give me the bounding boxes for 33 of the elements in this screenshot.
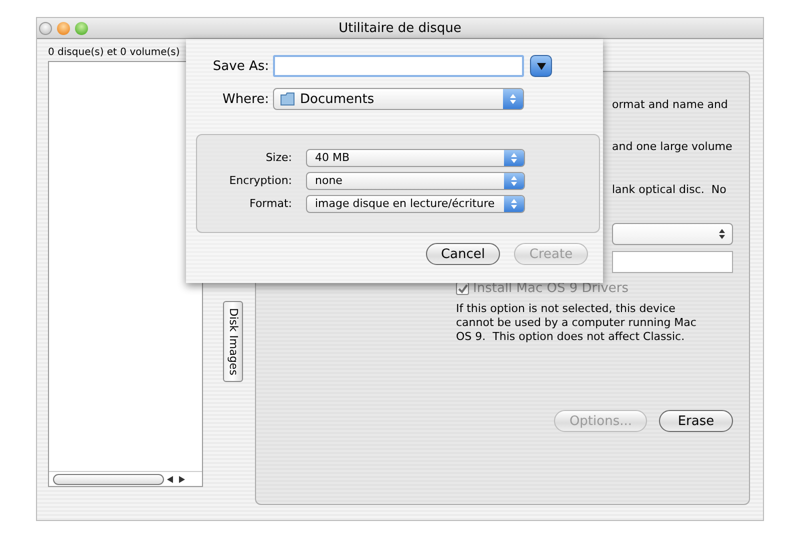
help-text: If this option is not selected, this device cannot be used by a computer running Mac OS 9. This option does not affect Classic. xyxy=(456,302,698,344)
option-popup[interactable]: none xyxy=(306,172,525,190)
save-as-label: Save As: xyxy=(212,58,269,74)
stepper-arrows-icon xyxy=(510,174,518,186)
minimize-icon[interactable] xyxy=(57,22,70,34)
option-label: Size: xyxy=(264,151,292,164)
stepper-arrows-icon xyxy=(510,198,518,210)
triangle-down-icon xyxy=(536,62,546,70)
save-as-field[interactable] xyxy=(273,55,524,77)
stepper-arrows-icon xyxy=(510,152,518,164)
expand-button[interactable] xyxy=(530,55,552,77)
volume-format-popup[interactable] xyxy=(612,223,733,245)
close-icon[interactable] xyxy=(39,22,52,34)
erase-button[interactable]: Erase xyxy=(659,410,733,432)
scrollbar-thumb[interactable] xyxy=(53,474,164,484)
where-label: Where: xyxy=(221,92,269,106)
cancel-button[interactable]: Cancel xyxy=(426,243,500,265)
option-popup[interactable]: 40 MB xyxy=(306,148,525,166)
folder-icon xyxy=(280,92,295,106)
zoom-icon[interactable] xyxy=(75,22,88,34)
option-label: Encryption: xyxy=(228,174,292,187)
option-popup[interactable]: image disque en lecture/écriture xyxy=(306,194,525,212)
window-title: Utilitaire de disque xyxy=(338,20,462,36)
disk-images-tab[interactable]: Disk Images xyxy=(223,301,243,382)
option-label: Format: xyxy=(248,197,292,210)
name-field[interactable] xyxy=(612,251,733,273)
instruction-text: lank optical disc. No xyxy=(612,183,728,197)
stepper-arrows-icon xyxy=(509,93,517,105)
stepper-arrows-icon xyxy=(718,228,726,240)
disk-summary: 0 disque(s) et 0 volume(s) xyxy=(48,47,181,58)
where-popup[interactable]: Documents xyxy=(273,88,524,110)
instruction-text: and one large volume xyxy=(612,140,733,154)
instruction-text: ormat and name and xyxy=(612,98,729,112)
